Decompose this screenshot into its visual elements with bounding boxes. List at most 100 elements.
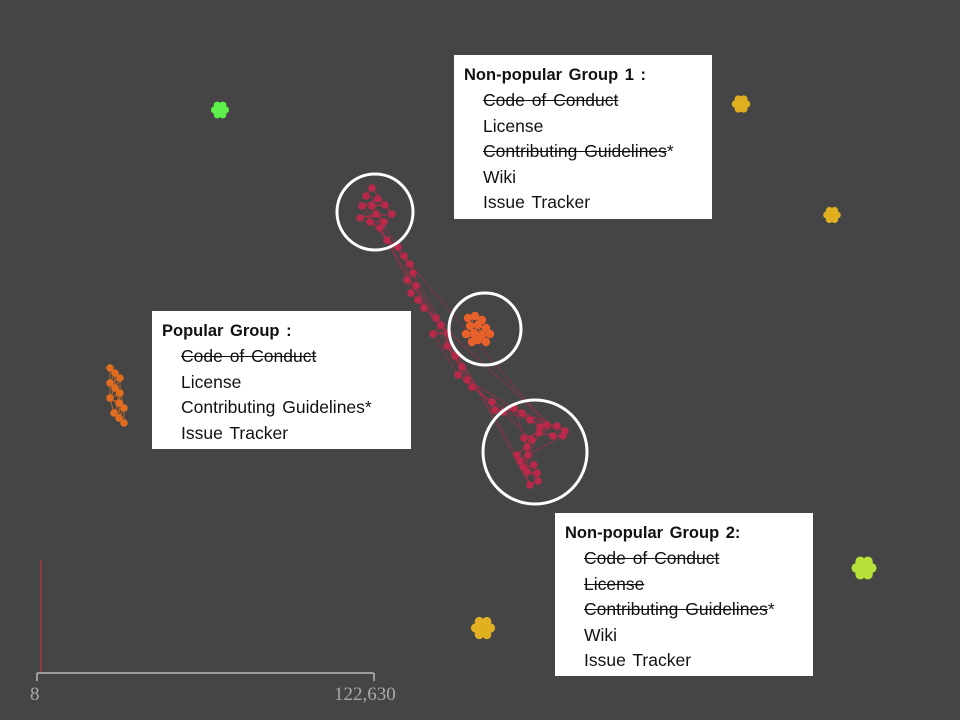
cluster-node xyxy=(737,100,745,108)
feature-item: Issue Tracker xyxy=(483,190,702,216)
network-node xyxy=(543,421,551,429)
network-node xyxy=(356,214,364,222)
network-node xyxy=(414,296,422,304)
network-edge xyxy=(440,324,564,437)
feature-mark: * xyxy=(364,397,372,417)
network-node xyxy=(409,269,417,277)
yellow-cluster-bottom xyxy=(470,616,496,640)
popular-core-node xyxy=(473,320,483,330)
feature-item: License xyxy=(483,114,702,140)
network-node xyxy=(381,201,389,209)
feature-label: Code of Conduct xyxy=(483,90,619,110)
feature-item: Code of Conduct xyxy=(483,88,702,114)
orange-cluster-node xyxy=(120,404,128,412)
feature-label: License xyxy=(181,371,242,392)
cluster-node xyxy=(828,211,836,219)
orange-cluster-node xyxy=(106,394,114,402)
network-node xyxy=(368,202,376,210)
network-visualization: Popular Group : Code of Conduct License Co… xyxy=(0,0,960,720)
yellow-cluster-top xyxy=(731,95,751,113)
network-node xyxy=(530,461,538,469)
network-node xyxy=(376,224,384,232)
popular-core-node xyxy=(467,337,477,347)
network-node xyxy=(454,371,462,379)
orange-cluster-node xyxy=(116,374,124,382)
non-popular-group-2-items: Code of Conduct License Contributing Guide… xyxy=(565,546,803,674)
network-node xyxy=(406,260,414,268)
cluster-node xyxy=(859,563,869,573)
non-popular-group-1-title: Non-popular Group 1 : xyxy=(464,66,646,84)
network-node xyxy=(429,330,437,338)
feature-item: Contributing Guidelines* xyxy=(181,395,401,421)
network-node xyxy=(463,376,471,384)
network-node xyxy=(412,282,420,290)
network-node xyxy=(437,321,445,329)
network-node xyxy=(420,304,428,312)
network-node xyxy=(388,210,396,218)
size-scale-legend xyxy=(36,560,375,681)
network-node xyxy=(559,432,567,440)
network-node xyxy=(553,422,561,430)
popular-group-items: Code of Conduct License Contributing Guide… xyxy=(162,344,401,446)
feature-item: Code of Conduct xyxy=(181,344,401,370)
feature-item: Code of Conduct xyxy=(584,546,803,572)
network-node xyxy=(366,218,374,226)
network-node xyxy=(358,202,366,210)
popular-core-node xyxy=(481,337,491,347)
feature-label: Code of Conduct xyxy=(584,548,720,568)
network-node xyxy=(468,383,476,391)
popular-core-node xyxy=(461,329,471,339)
popular-core-node xyxy=(485,329,495,339)
orange-cluster-node xyxy=(116,389,124,397)
feature-item: License xyxy=(584,572,803,598)
network-node xyxy=(372,210,380,218)
popular-group-panel: Popular Group : Code of Conduct License Co… xyxy=(152,311,411,449)
network-node xyxy=(528,436,536,444)
feature-mark: * xyxy=(666,141,674,161)
green-cluster xyxy=(210,101,230,119)
network-node xyxy=(518,409,526,417)
feature-item: Wiki xyxy=(483,165,702,191)
network-node xyxy=(524,451,532,459)
non-popular-group-2-panel: Non-popular Group 2: Code of Conduct Lice… xyxy=(555,513,813,676)
feature-label: Code of Conduct xyxy=(181,346,317,366)
popular-group-title: Popular Group : xyxy=(162,322,292,340)
network-node xyxy=(523,443,531,451)
non-popular-group-2-title: Non-popular Group 2: xyxy=(565,524,741,542)
feature-label: Contributing Guidelines xyxy=(584,599,768,619)
non-popular-group-1-items: Code of Conduct License Contributing Guide… xyxy=(464,88,702,216)
lime-cluster xyxy=(851,556,877,580)
feature-item: Wiki xyxy=(584,623,803,649)
network-node xyxy=(488,398,496,406)
network-node xyxy=(362,192,370,200)
network-node xyxy=(407,289,415,297)
feature-label: Wiki xyxy=(483,166,517,187)
non-popular-group-1-panel: Non-popular Group 1 : Code of Conduct Lic… xyxy=(454,55,712,219)
feature-label: Issue Tracker xyxy=(584,650,692,670)
feature-label: Contributing Guidelines xyxy=(181,397,365,417)
network-node xyxy=(534,477,542,485)
feature-item: License xyxy=(181,370,401,396)
feature-item: Contributing Guidelines* xyxy=(483,139,702,165)
network-node xyxy=(520,434,528,442)
feature-label: Contributing Guidelines xyxy=(483,141,667,161)
network-node xyxy=(523,468,531,476)
network-node xyxy=(400,252,408,260)
network-node xyxy=(383,236,391,244)
ring-non-popular-group-2 xyxy=(481,398,589,506)
scale-max-label: 122,630 xyxy=(334,684,396,705)
yellow-cluster-right xyxy=(823,206,841,224)
scale-min-label: 8 xyxy=(30,684,40,705)
cluster-node xyxy=(216,106,224,114)
network-node xyxy=(432,314,440,322)
network-node xyxy=(458,363,466,371)
feature-label: Issue Tracker xyxy=(483,192,591,212)
network-node xyxy=(443,342,451,350)
cluster-node xyxy=(478,623,488,633)
orange-cluster-node xyxy=(120,419,128,427)
feature-item: Issue Tracker xyxy=(181,421,401,447)
network-node xyxy=(533,469,541,477)
network-node xyxy=(526,416,534,424)
network-node xyxy=(368,184,376,192)
network-edge xyxy=(403,255,531,486)
